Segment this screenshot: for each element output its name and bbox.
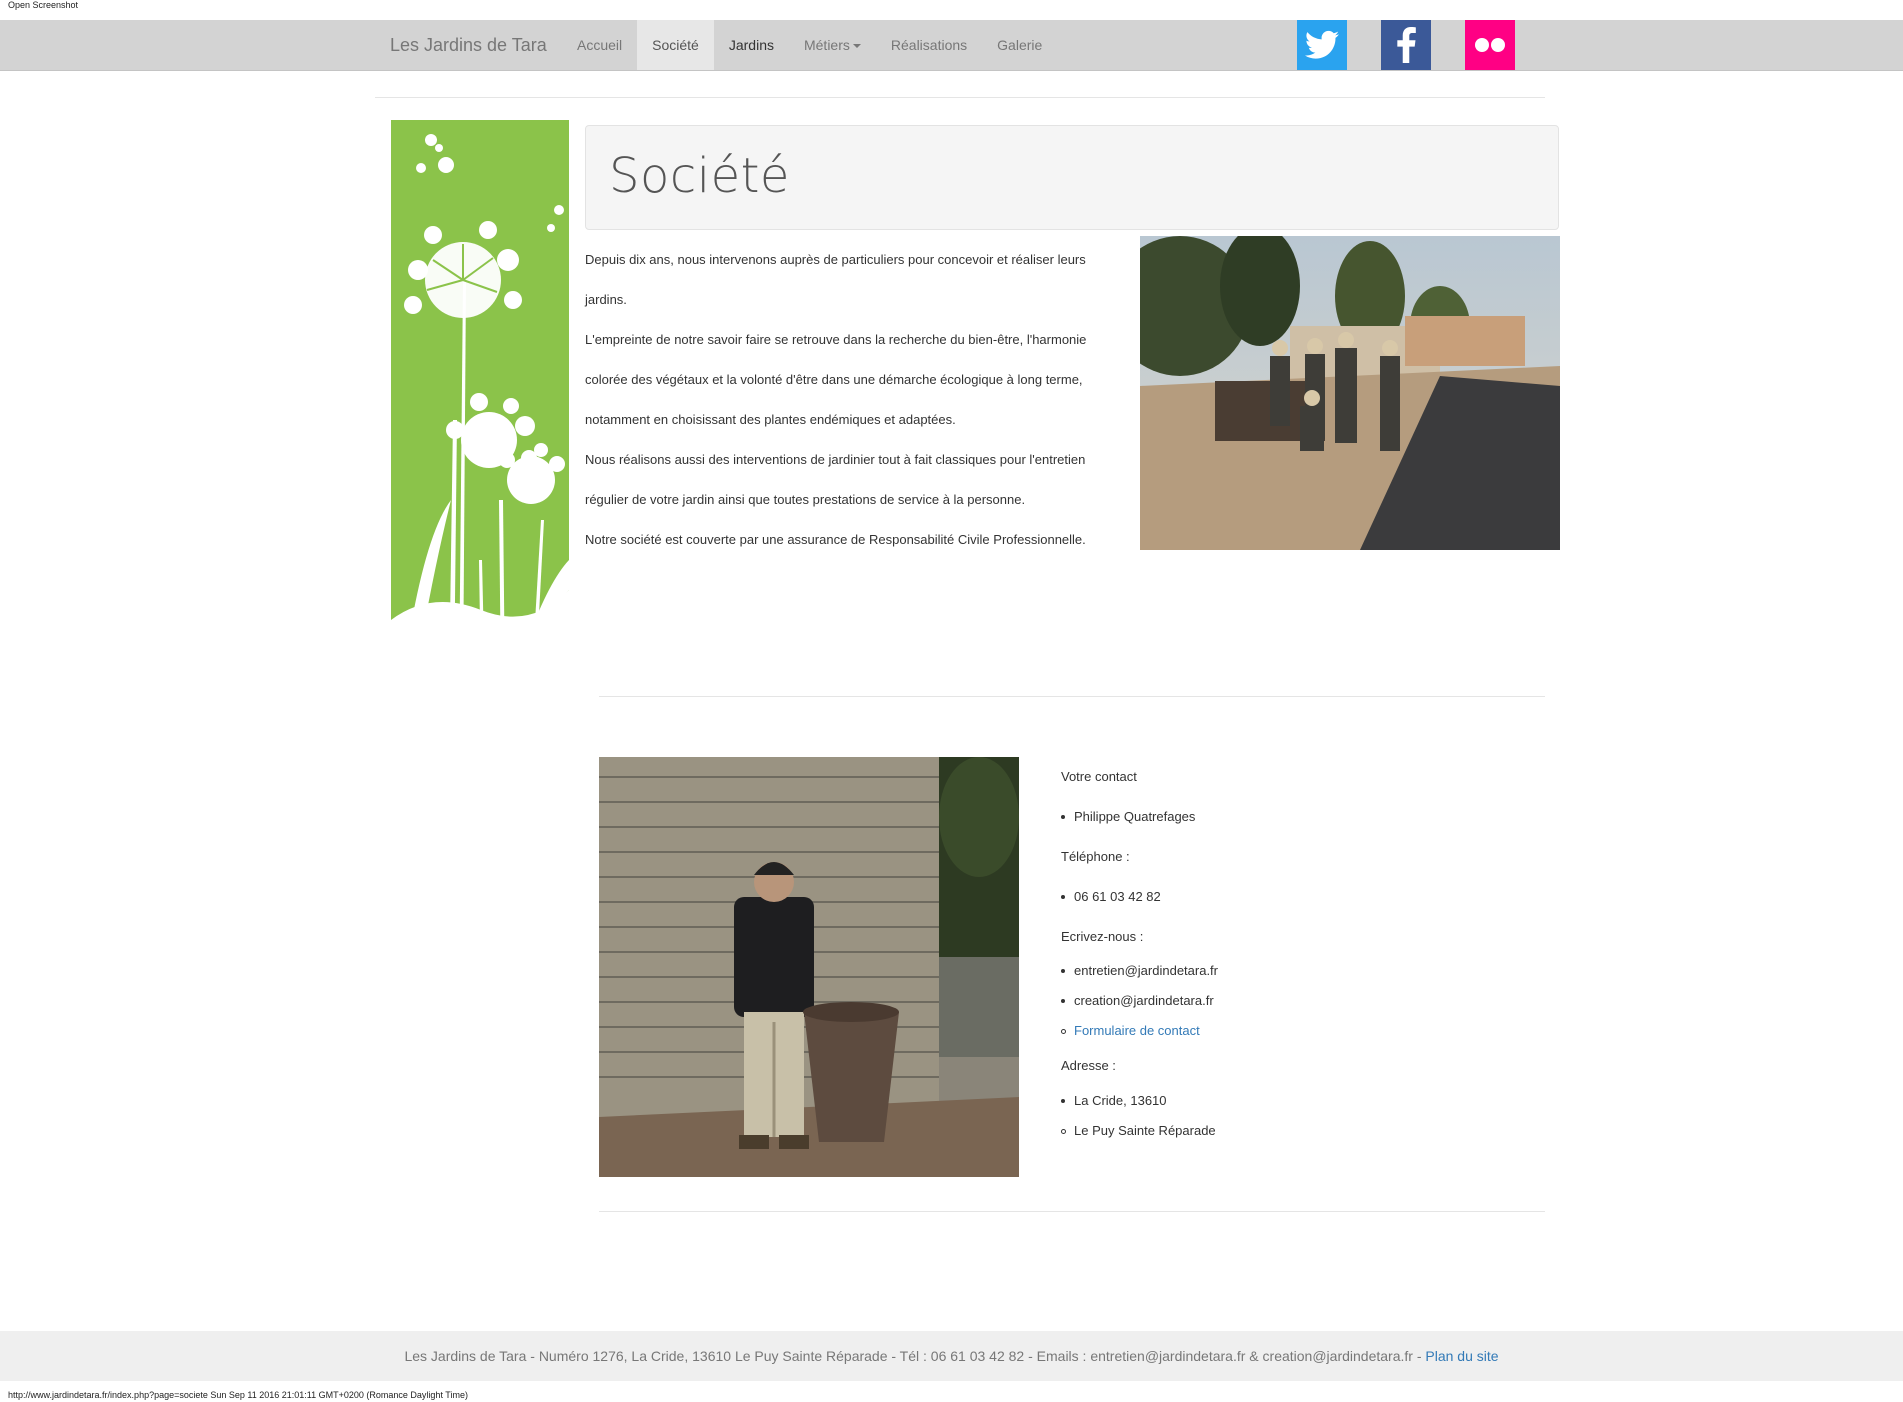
email-entretien: entretien@jardindetara.fr	[1061, 963, 1218, 978]
page-title-well: Société	[585, 125, 1559, 230]
page-title: Société	[609, 148, 790, 204]
team-photo	[1140, 236, 1560, 550]
address-heading: Adresse :	[1061, 1058, 1116, 1073]
nav-societe[interactable]: Société	[637, 20, 714, 70]
nav-metiers[interactable]: Métiers	[789, 20, 876, 70]
brand-link[interactable]: Les Jardins de Tara	[390, 20, 547, 70]
address-line-1: La Cride, 13610	[1061, 1093, 1167, 1108]
intro-paragraph: Nous réalisons aussi des interventions d…	[585, 452, 1086, 507]
nav-metiers-label: Métiers	[803, 37, 850, 53]
nav-accueil[interactable]: Accueil	[562, 20, 637, 70]
twitter-icon	[1305, 30, 1339, 59]
intro-paragraph: L'empreinte de notre savoir faire se ret…	[585, 332, 1087, 427]
divider	[375, 97, 1545, 98]
caret-down-icon	[852, 44, 861, 49]
phone-heading: Téléphone :	[1061, 849, 1130, 864]
intro-paragraph: Notre société est couverte par une assur…	[585, 532, 1086, 547]
status-bar-url: http://www.jardindetara.fr/index.php?pag…	[8, 1390, 468, 1400]
intro-text: Depuis dix ans, nous intervenons auprès …	[585, 240, 1125, 560]
email-heading: Ecrivez-nous :	[1061, 929, 1144, 944]
main-nav: Accueil Société Jardins Métiers Réalisat…	[562, 20, 1057, 70]
flickr-button[interactable]	[1465, 20, 1515, 70]
facebook-button[interactable]	[1381, 20, 1431, 70]
phone-number: 06 61 03 42 82	[1061, 889, 1161, 904]
decorative-plant-image	[391, 120, 569, 690]
navbar: Les Jardins de Tara Accueil Société Jard…	[0, 20, 1903, 71]
nav-jardins[interactable]: Jardins	[714, 20, 789, 70]
footer-text: Les Jardins de Tara - Numéro 1276, La Cr…	[404, 1348, 1426, 1364]
screenshot-caption: Open Screenshot	[8, 0, 79, 10]
email-creation: creation@jardindetara.fr	[1061, 993, 1214, 1008]
flickr-icon	[1475, 38, 1505, 52]
sitemap-link[interactable]: Plan du site	[1425, 1348, 1498, 1364]
contact-heading: Votre contact	[1061, 769, 1137, 784]
nav-galerie[interactable]: Galerie	[982, 20, 1057, 70]
contact-form-link[interactable]: Formulaire de contact	[1074, 1023, 1200, 1038]
intro-paragraph: Depuis dix ans, nous intervenons auprès …	[585, 252, 1086, 307]
twitter-button[interactable]	[1297, 20, 1347, 70]
nav-realisations[interactable]: Réalisations	[876, 20, 982, 70]
address-line-2: Le Puy Sainte Réparade	[1061, 1123, 1216, 1138]
facebook-icon	[1397, 27, 1416, 63]
owner-photo	[599, 757, 1019, 1177]
contact-form-item: Formulaire de contact	[1061, 1023, 1200, 1038]
divider	[599, 696, 1545, 697]
contact-name: Philippe Quatrefages	[1060, 809, 1196, 824]
footer: Les Jardins de Tara - Numéro 1276, La Cr…	[0, 1331, 1903, 1381]
divider	[599, 1211, 1545, 1212]
